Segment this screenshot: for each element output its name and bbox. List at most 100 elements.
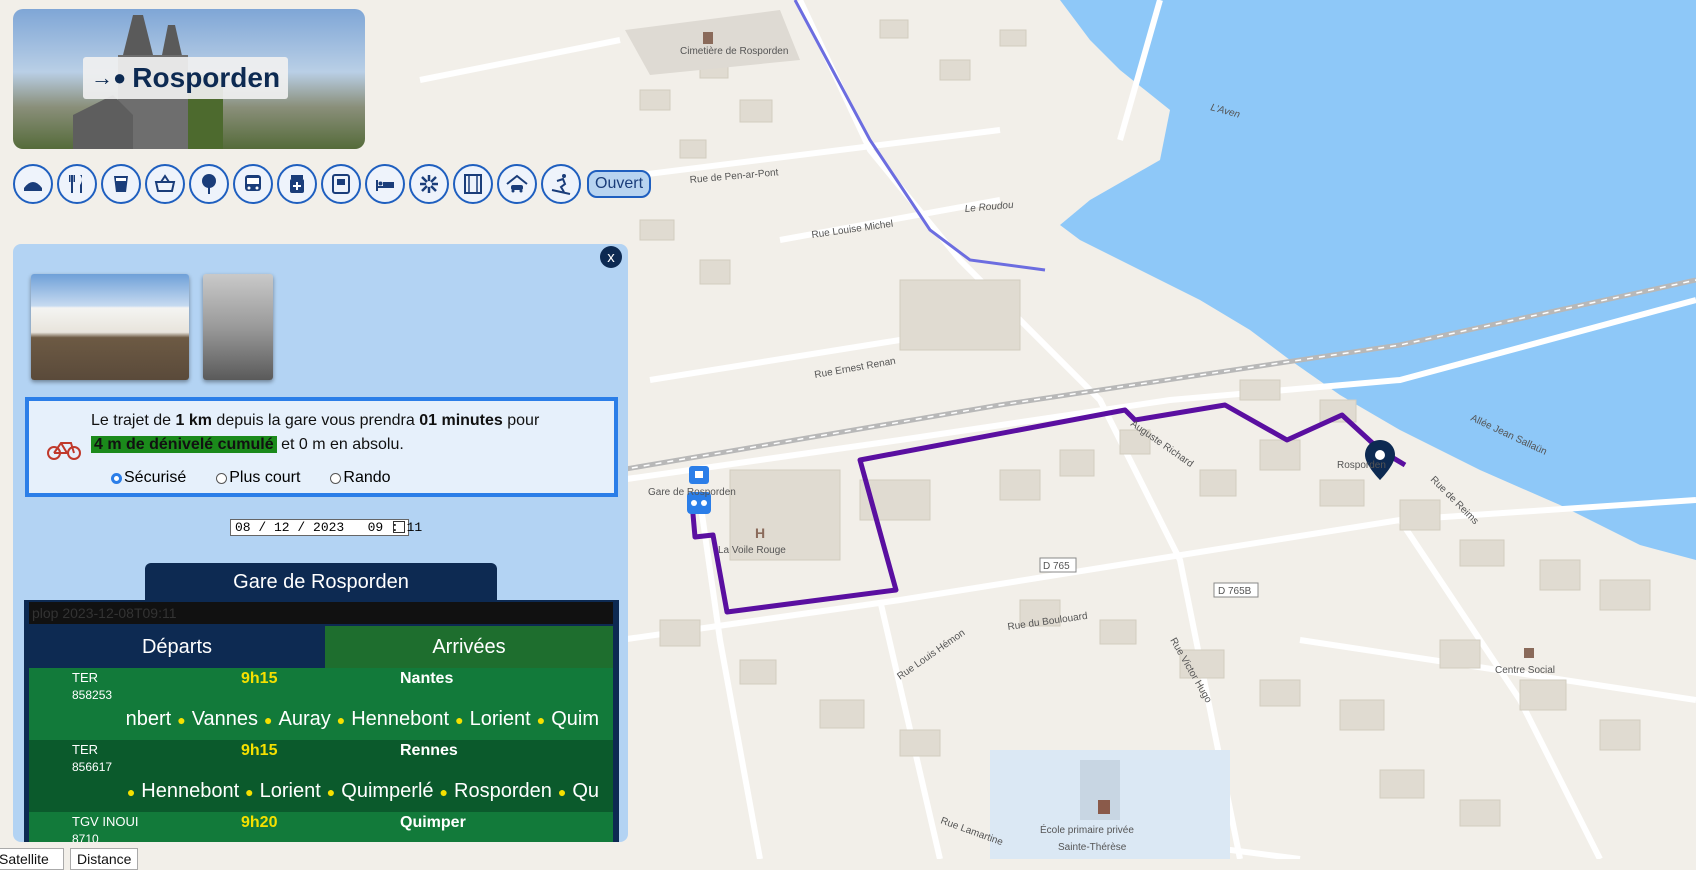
calendar-icon[interactable] <box>393 521 405 533</box>
park-tree-icon[interactable] <box>189 164 229 204</box>
tab-arrivals[interactable]: Arrivées <box>325 626 613 668</box>
stop-name: Quim <box>551 708 599 730</box>
distance-tool-button[interactable]: Distance <box>70 848 139 870</box>
radio-icon[interactable] <box>216 472 228 484</box>
mode-label: Plus court <box>229 469 301 486</box>
arrow-dot-icon: →● <box>91 65 127 90</box>
train-row[interactable]: TGV INOUI 8710 9h20 Quimper <box>29 812 613 842</box>
train-stops: nbert ● Vannes ● Auray ● Hennebont ● Lorient ● Qui… <box>72 706 599 734</box>
stop-separator-icon: ● <box>336 711 346 728</box>
attraction-icon[interactable] <box>409 164 449 204</box>
stop-separator-icon: ● <box>536 711 546 728</box>
board-debug-text: plop 2023-12-08T09:11 <box>29 602 613 624</box>
trip-text-1: Le trajet de <box>91 412 176 429</box>
cinema-icon[interactable] <box>453 164 493 204</box>
mode-shortest-radio[interactable]: Plus court <box>216 469 300 487</box>
train-row[interactable]: TER 858253 9h15 Nantes nbert ● Vannes ● Aura… <box>29 668 613 740</box>
trip-description: Le trajet de 1 km depuis la gare vous pr… <box>91 409 611 457</box>
map-label-ecole2: Sainte-Thérèse <box>1058 842 1127 853</box>
stop-separator-icon: ● <box>326 783 336 800</box>
stop-separator-icon: ● <box>557 783 567 800</box>
stop-separator-icon: ● <box>245 783 254 800</box>
train-number: 8710 <box>72 832 99 842</box>
trip-elevation: 4 m de dénivelé cumulé <box>91 436 277 453</box>
map-label-centre: Centre Social <box>1495 665 1555 676</box>
trip-text-2: depuis la gare vous prendra <box>211 412 420 429</box>
stop-name: nbert <box>125 708 172 730</box>
train-stops: ● Hennebont ● Lorient ● Quimperlé ● Rosporden ● Q… <box>72 778 599 806</box>
mode-label: Sécurisé <box>124 469 187 486</box>
stop-separator-icon: ● <box>177 711 186 728</box>
shop-basket-icon[interactable] <box>145 164 185 204</box>
station-panel: x Le trajet de 1 km depuis la gare vous … <box>13 244 628 842</box>
train-destination: Quimper <box>400 814 466 831</box>
social-poi-icon <box>1524 648 1534 658</box>
pharmacy-icon[interactable] <box>277 164 317 204</box>
page-title: →● Rosporden <box>83 57 289 99</box>
bakery-icon[interactable] <box>13 164 53 204</box>
stop-name: Lorient <box>469 708 531 730</box>
bike-icon <box>47 442 81 460</box>
vending-icon[interactable] <box>321 164 361 204</box>
train-type: TER <box>72 742 98 757</box>
train-time: 9h15 <box>241 670 278 687</box>
trip-text-3: pour <box>502 412 540 429</box>
trip-distance: 1 km <box>175 412 212 429</box>
hotel-poi-icon: H <box>755 525 765 541</box>
train-destination: Nantes <box>400 670 454 687</box>
datetime-input[interactable]: 08 / 12 / 2023 09 : 11 <box>230 519 422 536</box>
radio-icon[interactable] <box>111 472 122 484</box>
train-number: 856617 <box>72 760 113 774</box>
bus-icon[interactable] <box>233 164 273 204</box>
train-type: TER <box>72 670 98 685</box>
trip-info-box: Le trajet de 1 km depuis la gare vous pr… <box>25 397 618 497</box>
station-photo[interactable] <box>31 274 189 380</box>
train-time: 9h15 <box>241 742 278 759</box>
header-card: →● Rosporden <box>13 9 365 149</box>
train-destination: Rennes <box>400 742 458 759</box>
car-service-icon[interactable] <box>497 164 537 204</box>
mode-label: Rando <box>343 469 391 486</box>
cemetery-poi-icon <box>703 32 713 44</box>
stop-name: Rosporden <box>454 780 552 802</box>
tab-departures[interactable]: Départs <box>29 626 325 668</box>
mode-hike-radio[interactable]: Rando <box>330 469 391 487</box>
map-label-voile: La Voile Rouge <box>718 545 786 556</box>
map-label-d765b: D 765B <box>1218 586 1252 597</box>
stop-name: Auray <box>278 708 331 730</box>
open-now-button[interactable]: Ouvert <box>587 170 651 198</box>
satellite-layer-button[interactable]: Satellite <box>0 848 64 870</box>
map-layer-bar: Satellite Distance <box>0 848 139 870</box>
mode-secure-radio[interactable]: Sécurisé <box>111 469 186 487</box>
hotel-bed-icon[interactable] <box>365 164 405 204</box>
route-mode-group: Sécurisé Plus court Rando <box>111 469 391 487</box>
school-poi-icon <box>1098 800 1110 814</box>
map-label-d765: D 765 <box>1043 561 1070 572</box>
train-row[interactable]: TER 856617 9h15 Rennes ● Hennebont ● Lorien… <box>29 740 613 812</box>
timetable-board: plop 2023-12-08T09:11 Départs Arrivées T… <box>24 600 619 842</box>
stop-separator-icon: ● <box>439 783 448 800</box>
stop-name: Vannes <box>191 708 259 730</box>
station-name-tab: Gare de Rosporden <box>145 563 497 602</box>
stop-name: Hennebont <box>351 708 450 730</box>
stop-separator-icon: ● <box>126 783 136 800</box>
title-text: Rosporden <box>132 62 281 93</box>
map-label-station: Gare de Rosporden <box>648 487 736 498</box>
restaurant-icon[interactable] <box>57 164 97 204</box>
stop-name: Qu <box>572 780 599 802</box>
ticket-machine-photo[interactable] <box>203 274 273 380</box>
ski-icon[interactable] <box>541 164 581 204</box>
stop-name: Hennebont <box>141 780 240 802</box>
trip-duration: 01 minutes <box>419 412 503 429</box>
train-type: TGV INOUI <box>72 814 139 829</box>
poi-toolbar: Ouvert <box>13 164 651 204</box>
close-button[interactable]: x <box>600 246 622 268</box>
map-label-cemetery: Cimetière de Rosporden <box>680 46 788 57</box>
stop-name: Quimperlé <box>341 780 434 802</box>
bar-icon[interactable] <box>101 164 141 204</box>
trip-text-4: et 0 m en absolu. <box>276 436 404 453</box>
radio-icon[interactable] <box>330 472 342 484</box>
stop-separator-icon: ● <box>264 711 273 728</box>
train-number: 858253 <box>72 688 113 702</box>
map-label-town: Rosporden <box>1337 460 1386 471</box>
